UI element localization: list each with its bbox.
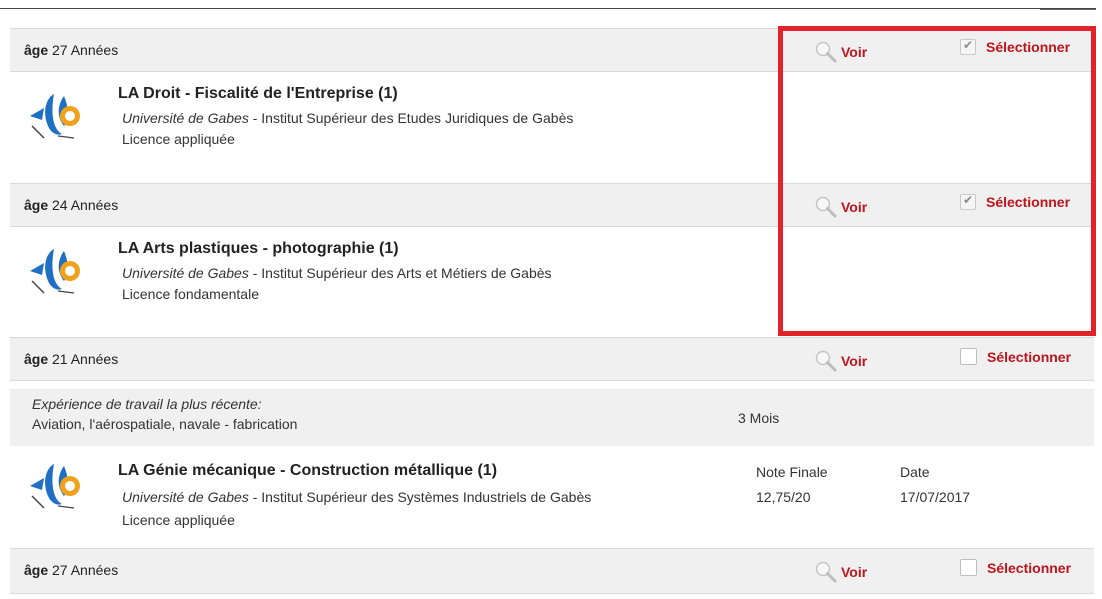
institution-text: Université de Gabes - Institut Supérieur… xyxy=(122,489,592,505)
select-control[interactable]: Sélectionner xyxy=(960,38,1071,55)
top-rule-segment xyxy=(1040,0,1096,10)
university-logo-icon xyxy=(30,464,80,509)
note-finale-label: Note Finale xyxy=(756,464,828,480)
select-label: Sélectionner xyxy=(986,39,1071,55)
voir-label: Voir xyxy=(841,199,868,215)
voir-button[interactable]: Voir xyxy=(814,349,867,373)
candidate-header-4: âge 27 Années Voir Sélectionner xyxy=(10,548,1094,594)
experience-value: Aviation, l'aérospatiale, navale - fabri… xyxy=(32,416,298,432)
select-control[interactable]: Sélectionner xyxy=(960,559,1071,576)
date-label: Date xyxy=(900,464,930,480)
diploma-item-2: LA Arts plastiques - photographie (1) Un… xyxy=(10,227,1094,337)
diploma-item-3: LA Génie mécanique - Construction métall… xyxy=(10,446,1094,548)
age-text: âge 27 Années xyxy=(24,562,119,578)
experience-block: Expérience de travail la plus récente: A… xyxy=(10,390,1094,446)
diploma-title: LA Arts plastiques - photographie (1) xyxy=(118,240,399,257)
degree-text: Licence appliquée xyxy=(122,131,235,147)
candidate-header-3: âge 21 Années Voir Sélectionner xyxy=(10,337,1094,381)
select-checkbox[interactable] xyxy=(960,38,976,55)
search-icon xyxy=(815,350,837,372)
candidate-header-1: âge 27 Années Voir Sélectionner xyxy=(10,28,1094,72)
candidate-header-2: âge 24 Années Voir Sélectionner xyxy=(10,183,1094,227)
experience-duration: 3 Mois xyxy=(738,410,780,426)
diploma-title: LA Droit - Fiscalité de l'Entreprise (1) xyxy=(118,85,398,102)
degree-text: Licence fondamentale xyxy=(122,286,259,302)
select-checkbox[interactable] xyxy=(960,193,976,210)
select-checkbox[interactable] xyxy=(960,559,977,576)
divider xyxy=(10,389,1094,390)
experience-label: Expérience de travail la plus récente: xyxy=(32,396,262,412)
age-text: âge 21 Années xyxy=(24,351,119,367)
select-label: Sélectionner xyxy=(986,194,1071,210)
search-icon xyxy=(815,561,837,583)
voir-button[interactable]: Voir xyxy=(814,40,867,64)
voir-label: Voir xyxy=(841,353,868,369)
search-icon xyxy=(815,41,837,63)
select-checkbox[interactable] xyxy=(960,348,977,365)
voir-label: Voir xyxy=(841,564,868,580)
diploma-item-1: LA Droit - Fiscalité de l'Entreprise (1)… xyxy=(10,72,1094,183)
voir-button[interactable]: Voir xyxy=(814,195,867,219)
voir-button[interactable]: Voir xyxy=(814,560,867,584)
age-text: âge 27 Années xyxy=(24,42,119,58)
institution-text: Université de Gabes - Institut Supérieur… xyxy=(122,265,552,281)
date-value: 17/07/2017 xyxy=(900,489,971,505)
select-label: Sélectionner xyxy=(987,348,1072,365)
voir-label: Voir xyxy=(841,44,868,60)
select-label: Sélectionner xyxy=(987,559,1072,576)
search-icon xyxy=(815,196,837,218)
institution-text: Université de Gabes - Institut Supérieur… xyxy=(122,110,574,126)
diploma-title: LA Génie mécanique - Construction métall… xyxy=(118,462,498,479)
university-logo-icon xyxy=(30,249,80,294)
select-control[interactable]: Sélectionner xyxy=(960,348,1071,365)
university-logo-icon xyxy=(30,94,80,139)
select-control[interactable]: Sélectionner xyxy=(960,193,1071,210)
degree-text: Licence appliquée xyxy=(122,512,235,528)
note-finale-value: 12,75/20 xyxy=(756,489,811,505)
top-rule xyxy=(0,8,1096,9)
age-text: âge 24 Années xyxy=(24,197,119,213)
